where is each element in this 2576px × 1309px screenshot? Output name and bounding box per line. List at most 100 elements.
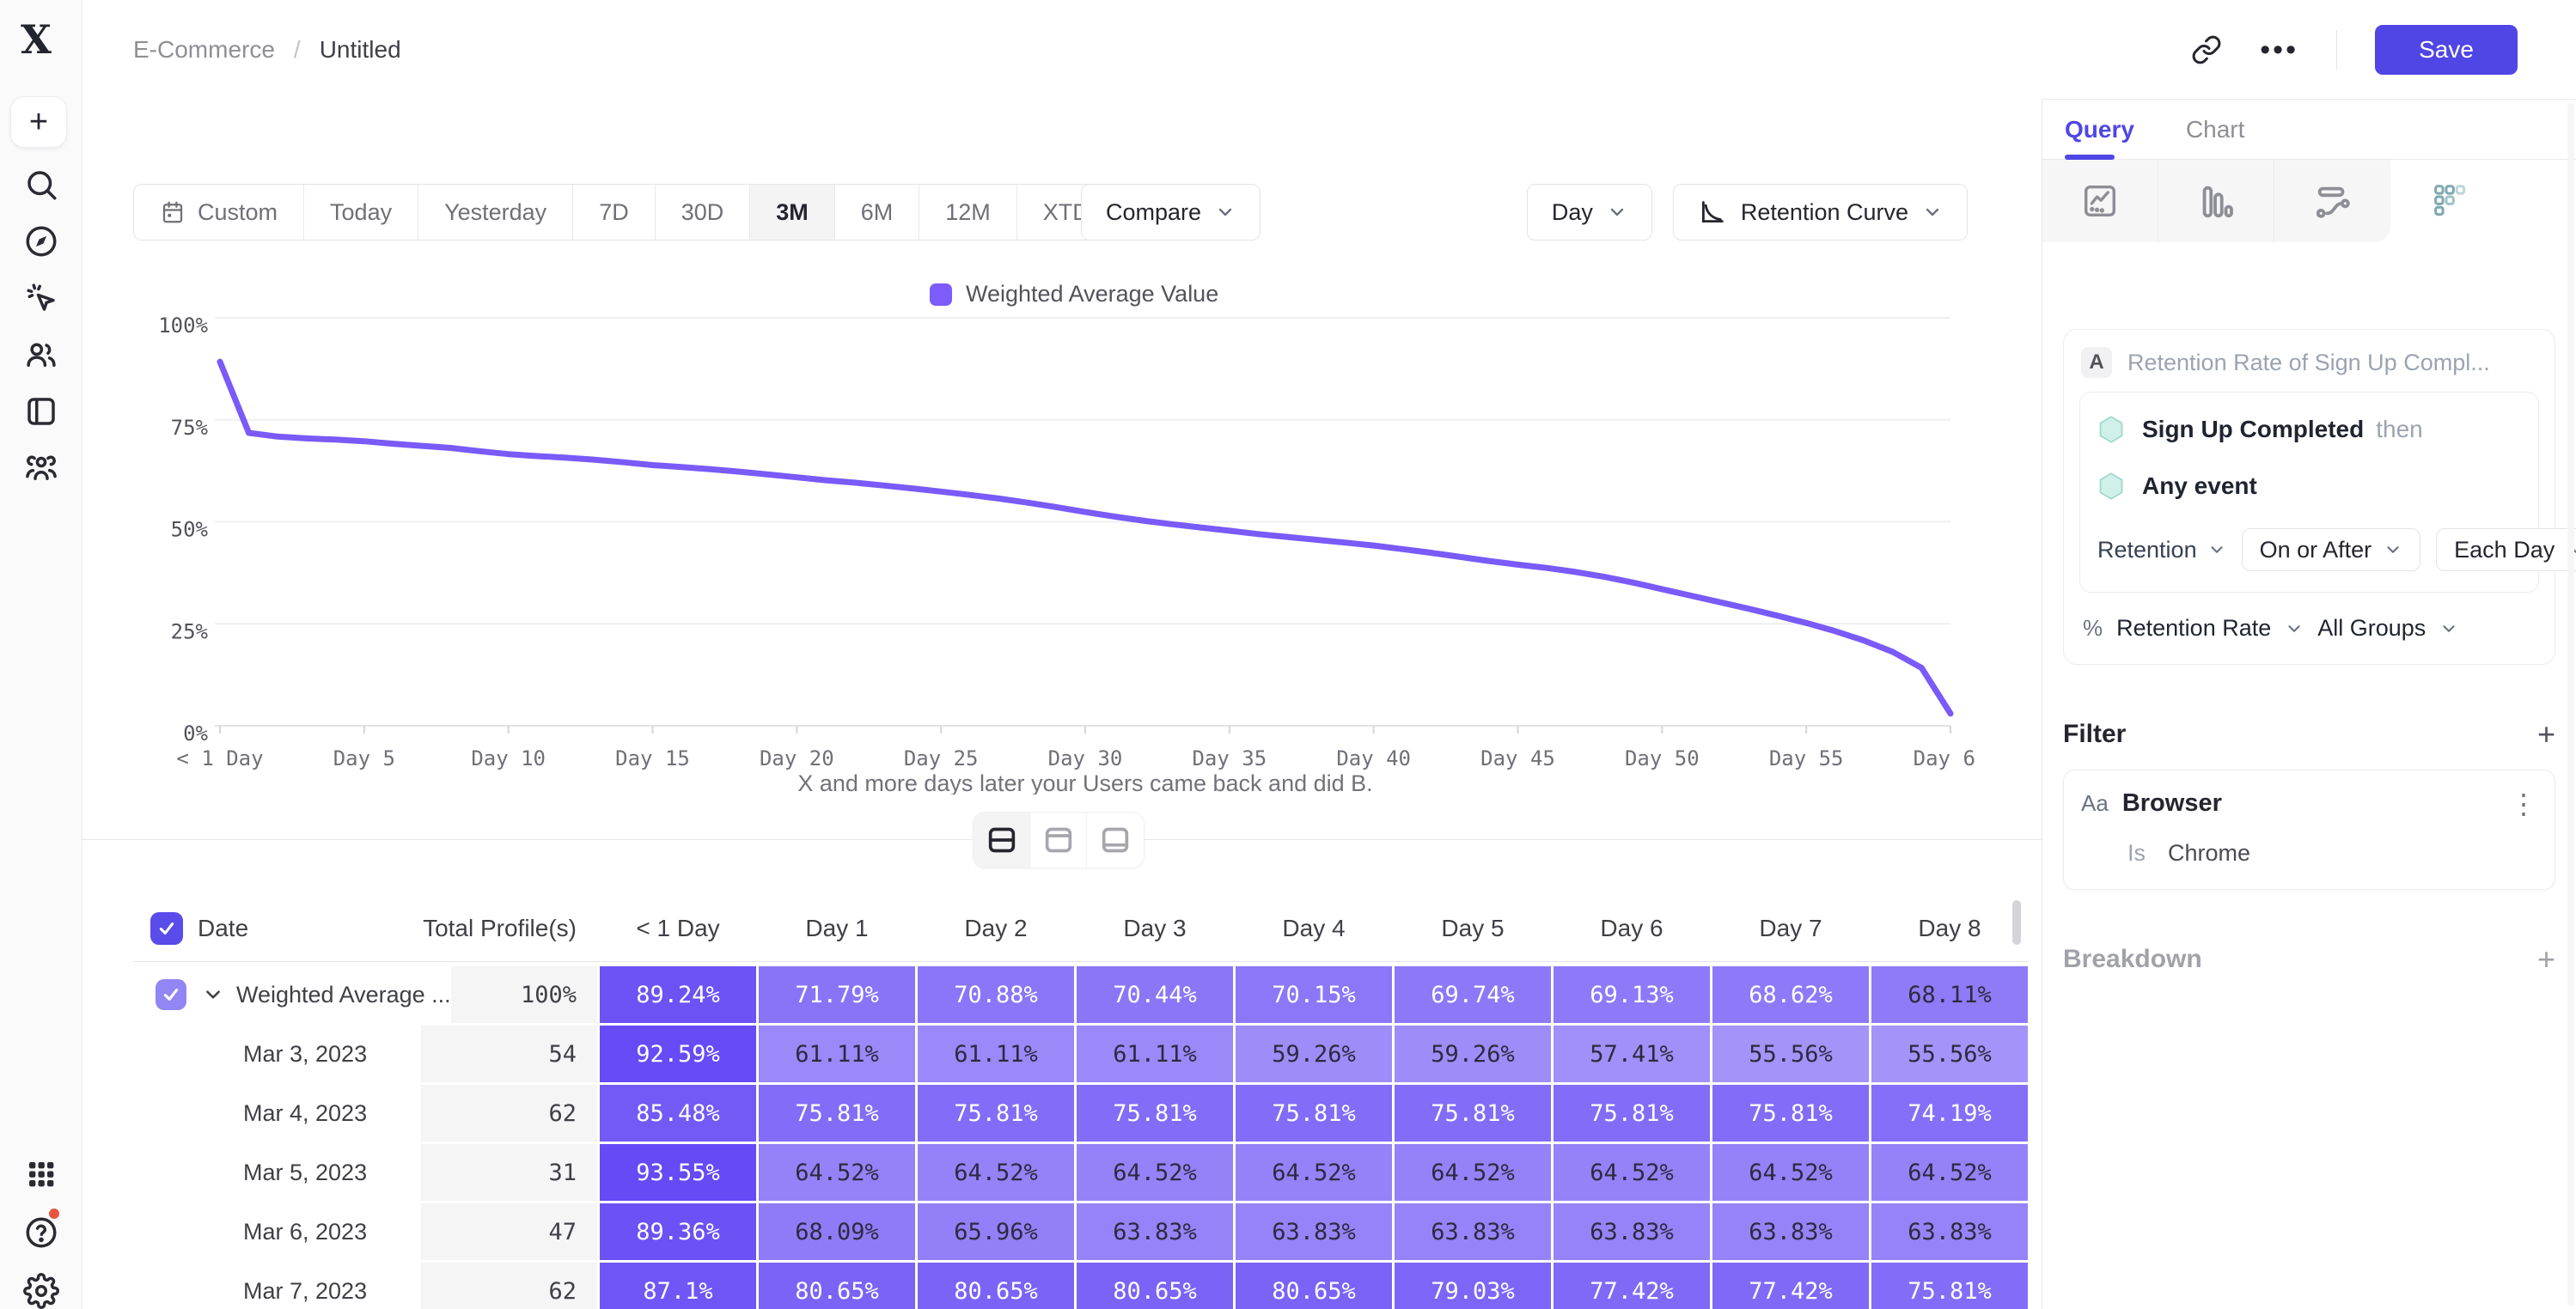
view-chart-only-button[interactable] (1030, 813, 1087, 868)
add-filter-icon[interactable]: + (2537, 721, 2555, 747)
chart-type-retention-grid[interactable] (2390, 160, 2506, 242)
view-split-button[interactable] (974, 813, 1030, 868)
range-12m[interactable]: 12M (919, 185, 1017, 240)
criteria-dropdown[interactable]: On or After (2242, 528, 2421, 571)
range-today[interactable]: Today (304, 185, 418, 240)
series-header[interactable]: A Retention Rate of Sign Up Compl... (2064, 330, 2555, 392)
retention-value-cell[interactable]: 80.65% (1236, 1263, 1392, 1309)
cohorts-icon[interactable] (0, 445, 82, 491)
retention-value-cell[interactable]: 61.11% (759, 1026, 915, 1082)
retention-value-cell[interactable]: 64.52% (1077, 1144, 1233, 1201)
retention-value-cell[interactable]: 64.52% (759, 1144, 915, 1201)
help-icon[interactable] (0, 1209, 82, 1256)
filter-operator[interactable]: Is (2127, 840, 2146, 867)
range-7d[interactable]: 7D (573, 185, 656, 240)
retention-value-cell[interactable]: 57.41% (1554, 1026, 1710, 1082)
retention-value-cell[interactable]: 64.52% (918, 1144, 1074, 1201)
retention-value-cell[interactable]: 75.81% (1871, 1263, 2028, 1309)
panel-scrollbar[interactable] (2567, 103, 2574, 1306)
retention-value-cell[interactable]: 71.79% (759, 966, 915, 1023)
select-all-checkbox[interactable] (150, 912, 183, 945)
filter-card[interactable]: Aa Browser ⋮ Is Chrome (2063, 770, 2555, 890)
retention-value-cell[interactable]: 68.09% (759, 1203, 915, 1260)
retention-value-cell[interactable]: 85.48% (600, 1085, 756, 1142)
new-report-button[interactable]: + (10, 96, 67, 148)
retention-value-cell[interactable]: 77.42% (1554, 1263, 1710, 1309)
retention-value-cell[interactable]: 75.81% (1712, 1085, 1869, 1142)
retention-value-cell[interactable]: 64.52% (1395, 1144, 1551, 1201)
retention-value-cell[interactable]: 63.83% (1395, 1203, 1551, 1260)
tab-chart[interactable]: Chart (2186, 100, 2244, 159)
boards-panel-icon[interactable] (0, 388, 82, 435)
retention-value-cell[interactable]: 79.03% (1395, 1263, 1551, 1309)
retention-value-cell[interactable]: 63.83% (1236, 1203, 1392, 1260)
retention-value-cell[interactable]: 89.36% (600, 1203, 756, 1260)
second-event-row[interactable]: Any event (2097, 472, 2521, 501)
retention-value-cell[interactable]: 75.81% (918, 1085, 1074, 1142)
chevron-down-icon[interactable] (202, 983, 224, 1006)
retention-value-cell[interactable]: 93.55% (600, 1144, 756, 1201)
compass-icon[interactable] (0, 218, 82, 265)
retention-value-cell[interactable]: 68.11% (1871, 966, 2028, 1023)
retention-value-cell[interactable]: 69.13% (1554, 966, 1710, 1023)
retention-value-cell[interactable]: 61.11% (1077, 1026, 1233, 1082)
share-link-icon[interactable] (2191, 34, 2222, 65)
row-checkbox[interactable] (156, 979, 186, 1010)
retention-value-cell[interactable]: 63.83% (1554, 1203, 1710, 1260)
measure-dropdown[interactable]: Retention Rate (2116, 615, 2271, 642)
retention-value-cell[interactable]: 75.81% (1554, 1085, 1710, 1142)
first-event-row[interactable]: Sign Up Completed then (2097, 415, 2521, 444)
retention-value-cell[interactable]: 64.52% (1712, 1144, 1869, 1201)
search-icon[interactable] (0, 161, 82, 208)
users-icon[interactable] (0, 332, 82, 378)
retention-value-cell[interactable]: 64.52% (1554, 1144, 1710, 1201)
retention-value-cell[interactable]: 87.1% (600, 1263, 756, 1309)
retention-value-cell[interactable]: 64.52% (1236, 1144, 1392, 1201)
retention-chart[interactable]: 100%75%50%25%0%< 1 DayDay 5Day 10Day 15D… (129, 305, 1976, 795)
range-30d[interactable]: 30D (656, 185, 751, 240)
retention-value-cell[interactable]: 59.26% (1395, 1026, 1551, 1082)
retention-value-cell[interactable]: 63.83% (1871, 1203, 2028, 1260)
breadcrumb-project[interactable]: E-Commerce (133, 36, 275, 64)
retention-value-cell[interactable]: 55.56% (1712, 1026, 1869, 1082)
retention-value-cell[interactable]: 89.24% (600, 966, 756, 1023)
retention-value-cell[interactable]: 75.81% (1395, 1085, 1551, 1142)
retention-value-cell[interactable]: 70.15% (1236, 966, 1392, 1023)
retention-value-cell[interactable]: 69.74% (1395, 966, 1551, 1023)
range-6m[interactable]: 6M (835, 185, 920, 240)
retention-value-cell[interactable]: 63.83% (1712, 1203, 1869, 1260)
compare-button[interactable]: Compare (1081, 184, 1261, 240)
chart-type-bar[interactable] (2158, 160, 2274, 242)
tab-query[interactable]: Query (2065, 100, 2134, 159)
events-cursor-icon[interactable] (0, 275, 82, 321)
retention-value-cell[interactable]: 63.83% (1077, 1203, 1233, 1260)
filter-value[interactable]: Chrome (2168, 840, 2250, 867)
interval-dropdown[interactable]: Each Day (2436, 528, 2576, 571)
retention-value-cell[interactable]: 75.81% (1077, 1085, 1233, 1142)
retention-value-cell[interactable]: 65.96% (918, 1203, 1074, 1260)
view-table-only-button[interactable] (1087, 813, 1144, 868)
apps-grid-icon[interactable] (0, 1151, 82, 1197)
groups-dropdown[interactable]: All Groups (2317, 615, 2426, 642)
chart-type-dropdown[interactable]: Retention Curve (1673, 184, 1968, 240)
filter-kebab-icon[interactable]: ⋮ (2510, 795, 2537, 813)
range-yesterday[interactable]: Yesterday (418, 185, 573, 240)
app-logo[interactable]: X (15, 19, 57, 60)
granularity-dropdown[interactable]: Day (1527, 184, 1652, 240)
retention-value-cell[interactable]: 55.56% (1871, 1026, 2028, 1082)
retention-value-cell[interactable]: 92.59% (600, 1026, 756, 1082)
settings-gear-icon[interactable] (0, 1268, 82, 1309)
retention-value-cell[interactable]: 59.26% (1236, 1026, 1392, 1082)
retention-value-cell[interactable]: 80.65% (918, 1263, 1074, 1309)
retention-value-cell[interactable]: 70.44% (1077, 966, 1233, 1023)
range-custom[interactable]: Custom (134, 185, 304, 240)
retention-value-cell[interactable]: 75.81% (759, 1085, 915, 1142)
retention-mode-dropdown[interactable]: Retention (2097, 537, 2226, 563)
chart-type-line[interactable] (2042, 160, 2158, 242)
retention-value-cell[interactable]: 64.52% (1871, 1144, 2028, 1201)
chart-type-flow[interactable] (2274, 160, 2390, 242)
retention-value-cell[interactable]: 80.65% (759, 1263, 915, 1309)
add-breakdown-icon[interactable]: + (2537, 947, 2555, 972)
retention-value-cell[interactable]: 77.42% (1712, 1263, 1869, 1309)
breadcrumb-page-title[interactable]: Untitled (320, 36, 401, 64)
